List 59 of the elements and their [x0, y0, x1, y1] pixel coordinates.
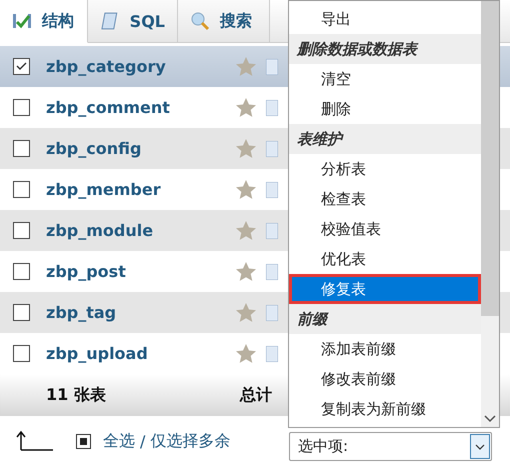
star-icon[interactable] [236, 221, 256, 240]
select-all-link[interactable]: 全选 [103, 430, 135, 452]
menu-option[interactable]: 添加表前缀 [289, 334, 481, 364]
table-name[interactable]: zbp_member [46, 180, 236, 199]
menu-group-label: 前缀 [289, 304, 481, 334]
row-checkbox[interactable] [13, 99, 30, 116]
row-checkbox[interactable] [13, 140, 30, 157]
chevron-down-icon [475, 444, 485, 450]
row-checkbox[interactable] [13, 222, 30, 239]
star-icon[interactable] [236, 262, 256, 281]
menu-option[interactable]: 复制表为新前缀 [289, 394, 481, 424]
table-icon[interactable] [266, 58, 278, 74]
scroll-down-icon[interactable] [484, 415, 496, 423]
scrollbar[interactable] [481, 1, 499, 427]
table-icon[interactable] [266, 100, 278, 116]
separator: / [140, 432, 146, 450]
star-icon[interactable] [236, 139, 256, 158]
star-icon[interactable] [236, 180, 256, 199]
table-icon[interactable] [266, 304, 278, 320]
search-icon [190, 11, 210, 31]
table-icon[interactable] [266, 346, 278, 362]
table-name[interactable]: zbp_module [46, 221, 236, 240]
row-checkbox[interactable] [13, 58, 30, 75]
table-count: 11 张表 [46, 384, 107, 406]
action-select[interactable]: 选中项: [289, 432, 492, 461]
checkmark-icon [16, 62, 27, 71]
table-name[interactable]: zbp_upload [46, 344, 236, 363]
table-icon[interactable] [266, 264, 278, 280]
menu-group-label: 表维护 [289, 124, 481, 154]
menu-option[interactable]: 删除 [289, 94, 481, 124]
scroll-icon [100, 11, 120, 31]
row-checkbox[interactable] [13, 345, 30, 362]
star-icon[interactable] [236, 344, 256, 363]
star-icon[interactable] [236, 98, 256, 117]
star-icon[interactable] [236, 303, 256, 322]
total-label: 总计 [240, 384, 272, 406]
table-icon[interactable] [266, 140, 278, 156]
table-name[interactable]: zbp_category [46, 57, 236, 76]
menu-group-label: 删除数据或数据表 [289, 34, 481, 64]
menu-option[interactable]: 校验值表 [289, 214, 481, 244]
row-checkbox[interactable] [13, 181, 30, 198]
table-name[interactable]: zbp_tag [46, 303, 236, 322]
menu-option[interactable]: 导出 [289, 4, 481, 34]
table-name[interactable]: zbp_config [46, 139, 236, 158]
tab[interactable]: 搜索 [178, 0, 270, 42]
star-icon[interactable] [236, 57, 256, 76]
table-name[interactable]: zbp_post [46, 262, 236, 281]
menu-option[interactable]: 修复表 [289, 274, 481, 304]
table-icon[interactable] [266, 182, 278, 198]
tab[interactable]: SQL [88, 0, 178, 42]
structure-icon [12, 12, 32, 30]
table-name[interactable]: zbp_comment [46, 98, 236, 117]
tab[interactable]: 结构 [0, 0, 88, 43]
checkbox-icon[interactable] [76, 434, 91, 448]
table-icon[interactable] [266, 222, 278, 238]
select-overhead-link[interactable]: 仅选择多余 [150, 430, 230, 452]
corner-arrow-icon [16, 430, 54, 452]
row-checkbox[interactable] [13, 263, 30, 280]
row-checkbox[interactable] [13, 304, 30, 321]
